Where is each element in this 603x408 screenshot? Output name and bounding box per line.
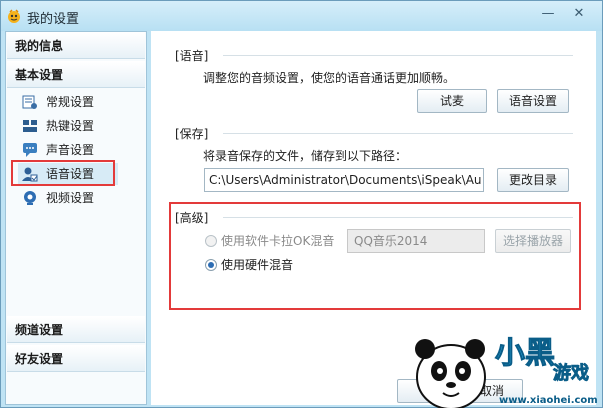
- voice-settings-button[interactable]: 语音设置: [497, 89, 569, 113]
- window-title: 我的设置: [27, 12, 80, 27]
- category-my-info[interactable]: 我的信息: [7, 32, 145, 59]
- sidebar-highlight-box: [11, 160, 115, 186]
- save-path-field[interactable]: C:\Users\Administrator\Documents\iSpeak\…: [204, 168, 484, 192]
- save-section-label: [保存]: [175, 127, 209, 141]
- change-directory-button[interactable]: 更改目录: [497, 168, 569, 192]
- svg-text:游戏: 游戏: [553, 362, 589, 384]
- minimize-icon: —: [541, 6, 555, 21]
- sidebar: 我的信息 基本设置 常规设置 热键设置 声音设置 语音设置 视频设置 频道设置 …: [5, 31, 147, 405]
- test-mic-button[interactable]: 试麦: [417, 89, 487, 113]
- title-bar: 我的设置 — ✕: [1, 1, 602, 31]
- sidebar-item-video[interactable]: 视频设置: [18, 187, 138, 209]
- advanced-highlight-box: [169, 202, 581, 310]
- voice-section-label: [语音]: [175, 49, 209, 63]
- category-friend-settings[interactable]: 好友设置: [7, 345, 145, 372]
- save-description: 将录音保存的文件，储存到以下路径：: [203, 149, 408, 163]
- general-settings-icon: [22, 95, 37, 109]
- svg-text:小黑: 小黑: [495, 336, 555, 371]
- save-section-divider: [223, 133, 573, 134]
- sidebar-item-label: 声音设置: [46, 143, 95, 157]
- sidebar-item-general[interactable]: 常规设置: [18, 91, 138, 113]
- sidebar-item-sound[interactable]: 声音设置: [18, 139, 138, 161]
- sidebar-item-hotkey[interactable]: 热键设置: [18, 115, 138, 137]
- sidebar-item-label: 常规设置: [46, 95, 95, 109]
- app-logo-icon: [8, 9, 20, 23]
- voice-section-divider: [223, 55, 573, 56]
- category-basic-settings[interactable]: 基本设置: [7, 61, 145, 88]
- xiaohei-watermark-logo: 小黑 游戏 www.xiaohei.com: [415, 336, 598, 408]
- close-button[interactable]: ✕: [567, 4, 591, 24]
- sound-icon: [23, 143, 37, 157]
- hotkey-icon: [23, 120, 37, 132]
- video-icon: [24, 191, 36, 205]
- sidebar-item-label: 视频设置: [46, 191, 95, 205]
- voice-description: 调整您的音频设置，使您的语音通话更加顺畅。: [203, 71, 456, 85]
- settings-window: 我的设置 — ✕ 我的信息 基本设置 常规设置 热键设置 声音设置 语音设置 视…: [0, 0, 603, 408]
- sidebar-item-label: 热键设置: [46, 119, 95, 133]
- minimize-button[interactable]: —: [536, 4, 560, 24]
- close-icon: ✕: [573, 6, 585, 21]
- category-channel-settings[interactable]: 频道设置: [7, 316, 145, 343]
- svg-text:www.xiaohei.com: www.xiaohei.com: [499, 395, 598, 406]
